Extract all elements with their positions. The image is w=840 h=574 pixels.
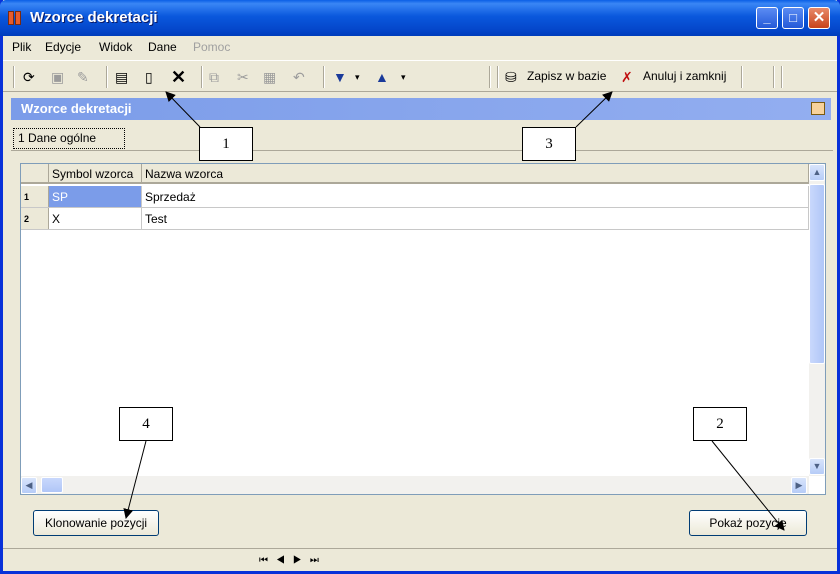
- toolbar-separator: [201, 66, 203, 88]
- title-bar[interactable]: Wzorce dekretacji _ □ ✕: [0, 0, 840, 36]
- properties-icon[interactable]: ▤: [115, 68, 128, 86]
- menu-item-edycje[interactable]: Edycje: [45, 40, 81, 54]
- cancel-and-close-button[interactable]: Anuluj i zamknij: [643, 69, 726, 83]
- scroll-right-icon[interactable]: ▶: [791, 477, 807, 494]
- cell-symbol[interactable]: SP: [49, 186, 142, 207]
- paste-icon: ▦: [263, 69, 277, 85]
- section-menu-icon[interactable]: [811, 102, 825, 115]
- maximize-button[interactable]: □: [782, 7, 804, 29]
- menu-item-widok[interactable]: Widok: [99, 40, 132, 54]
- cell-name[interactable]: Sprzedaż: [142, 186, 809, 207]
- menu-item-dane[interactable]: Dane: [148, 40, 177, 54]
- toolbar-separator: [323, 66, 325, 88]
- chevron-down-icon[interactable]: ▾: [401, 68, 406, 86]
- callout-2: 2: [693, 407, 747, 441]
- show-positions-button[interactable]: Pokaż pozycje: [689, 510, 807, 536]
- toolbar-separator: [773, 66, 775, 88]
- move-up-icon[interactable]: ▲: [375, 68, 389, 86]
- main-window: Wzorce dekretacji _ □ ✕ Plik Edycje Wido…: [0, 0, 840, 574]
- table-row[interactable]: 1 SP Sprzedaż: [21, 186, 809, 208]
- row-number: 2: [21, 208, 49, 229]
- tab-panel-divider: [11, 150, 833, 151]
- delete-icon[interactable]: ✕: [171, 68, 186, 86]
- callout-4: 4: [119, 407, 173, 441]
- database-save-icon[interactable]: ⛁: [505, 68, 517, 86]
- callout-1: 1: [199, 127, 253, 161]
- toolbar-separator: [489, 66, 491, 88]
- record-navigation[interactable]: ⏮◀▶⏭: [259, 555, 327, 566]
- cancel-close-icon[interactable]: ✗: [621, 68, 633, 86]
- scroll-down-icon[interactable]: ▼: [809, 458, 825, 475]
- toolbar-separator: [781, 66, 783, 88]
- cut-icon: ✂: [237, 69, 249, 85]
- edit-icon: ✎: [77, 69, 89, 85]
- menu-item-pomoc: Pomoc: [193, 40, 231, 54]
- section-header: Wzorce dekretacji: [11, 98, 831, 120]
- tab-dane-ogolne[interactable]: 1 Dane ogólne: [13, 128, 125, 149]
- undo-icon: ↶: [293, 69, 305, 85]
- save-to-database-button[interactable]: Zapisz w bazie: [527, 69, 606, 83]
- app-icon: [8, 11, 23, 25]
- vertical-scroll-thumb[interactable]: [809, 184, 825, 364]
- callout-3: 3: [522, 127, 576, 161]
- row-number: 1: [21, 186, 49, 207]
- minimize-button[interactable]: _: [756, 7, 778, 29]
- horizontal-scrollbar[interactable]: ◀ ▶: [21, 476, 809, 494]
- section-title: Wzorce dekretacji: [21, 101, 132, 116]
- menu-item-plik[interactable]: Plik: [12, 40, 31, 54]
- refresh-icon[interactable]: ⟳: [23, 68, 35, 86]
- grid-header: Symbol wzorca Nazwa wzorca: [21, 164, 809, 184]
- scroll-up-icon[interactable]: ▲: [809, 164, 825, 181]
- table-row[interactable]: 2 X Test: [21, 208, 809, 230]
- toolbar-separator: [497, 66, 499, 88]
- close-button[interactable]: ✕: [808, 7, 830, 29]
- new-document-icon[interactable]: ▯: [145, 68, 153, 86]
- vertical-scrollbar[interactable]: ▲ ▼: [809, 164, 825, 476]
- horizontal-scroll-thumb[interactable]: [41, 477, 63, 493]
- save-disk-icon: ▣: [51, 69, 65, 85]
- status-bar: ⏮◀▶⏭: [3, 548, 837, 571]
- column-header-name[interactable]: Nazwa wzorca: [142, 164, 809, 184]
- toolbar-separator: [106, 66, 108, 88]
- clone-position-button[interactable]: Klonowanie pozycji: [33, 510, 159, 536]
- column-header-symbol[interactable]: Symbol wzorca: [49, 164, 142, 184]
- toolbar-separator: [13, 66, 15, 88]
- scroll-left-icon[interactable]: ◀: [21, 477, 37, 494]
- chevron-down-icon[interactable]: ▾: [355, 68, 360, 86]
- menu-bar: Plik Edycje Widok Dane Pomoc: [3, 36, 837, 58]
- row-number-header: [21, 164, 49, 184]
- cell-symbol[interactable]: X: [49, 208, 142, 229]
- move-down-icon[interactable]: ▼: [333, 68, 347, 86]
- data-grid: Symbol wzorca Nazwa wzorca 1 SP Sprzedaż…: [20, 163, 826, 495]
- cell-name[interactable]: Test: [142, 208, 809, 229]
- window-title: Wzorce dekretacji: [30, 9, 158, 26]
- toolbar: ⟳ ▣ ✎ ▤ ▯ ✕ ⧉ ✂ ▦ ↶ ▼ ▾ ▲ ▾ ⛁ Zapisz w b…: [3, 60, 837, 92]
- toolbar-separator: [741, 66, 743, 88]
- copy-icon: ⧉: [209, 69, 219, 85]
